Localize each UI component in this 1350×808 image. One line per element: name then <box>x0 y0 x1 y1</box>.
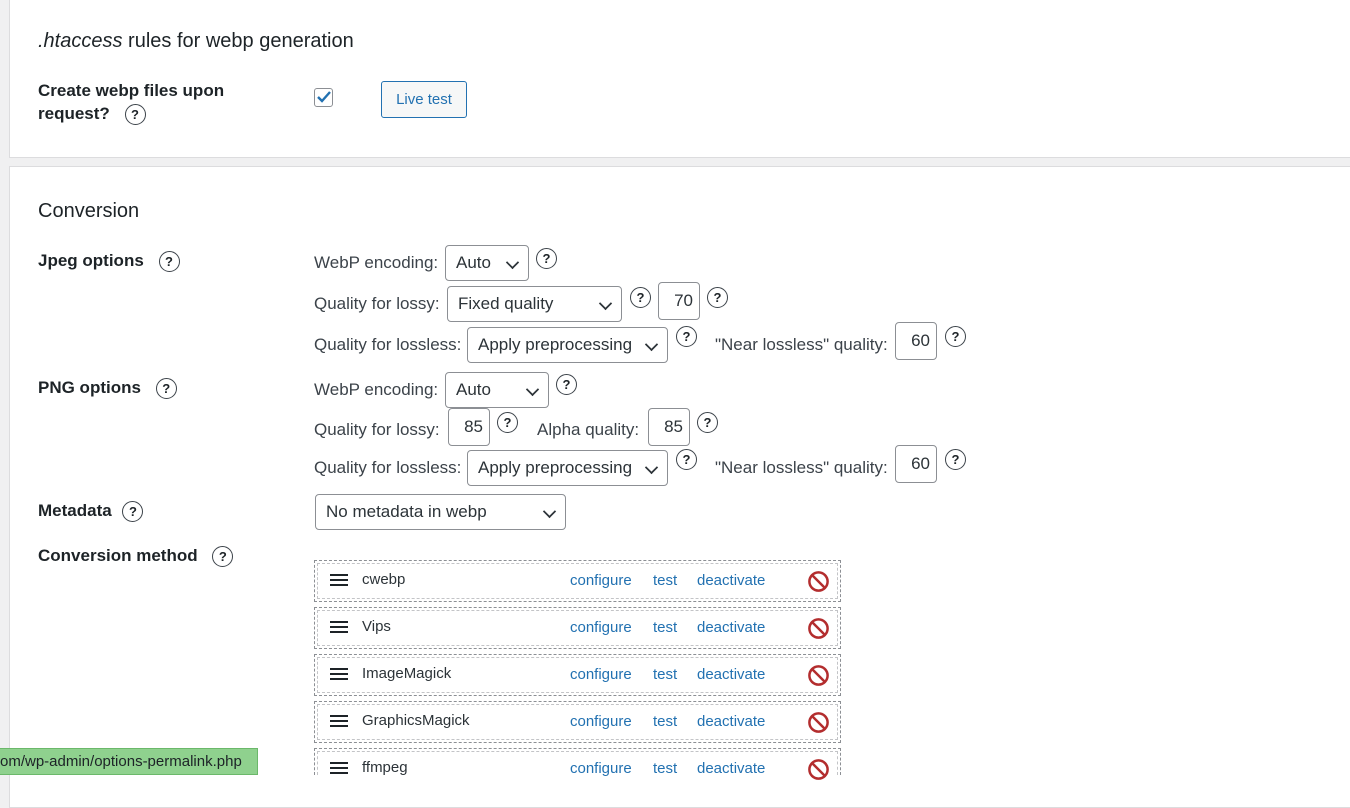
conversion-method-label: Conversion method ? <box>38 544 234 567</box>
help-icon[interactable]: ? <box>556 374 577 395</box>
converter-name: ImageMagick <box>362 665 452 682</box>
test-link[interactable]: test <box>653 713 677 730</box>
png-alpha-input[interactable]: 85 <box>648 408 690 446</box>
jpeg-encoding-select[interactable]: Auto <box>445 245 529 281</box>
jpeg-near-lossless-label: "Near lossless" quality: <box>715 335 888 354</box>
test-link[interactable]: test <box>653 666 677 683</box>
no-entry-icon <box>808 665 829 686</box>
test-link[interactable]: test <box>653 760 677 777</box>
help-icon[interactable]: ? <box>676 449 697 470</box>
drag-handle-icon[interactable] <box>330 715 348 727</box>
deactivate-link[interactable]: deactivate <box>697 572 765 589</box>
converter-row[interactable]: ImageMagick configure test deactivate <box>314 654 841 696</box>
status-bar-url: om/wp-admin/options-permalink.php <box>0 748 258 775</box>
deactivate-link[interactable]: deactivate <box>697 713 765 730</box>
drag-handle-icon[interactable] <box>330 621 348 633</box>
metadata-label: Metadata ? <box>38 499 144 522</box>
htaccess-section-title: .htaccess rules for webp generation <box>38 30 354 52</box>
jpeg-lossless-label: Quality for lossless: <box>314 335 462 354</box>
no-entry-icon <box>808 712 829 733</box>
png-lossless-select[interactable]: Apply preprocessing <box>467 450 668 486</box>
help-icon[interactable]: ? <box>124 104 146 125</box>
converter-name: ffmpeg <box>362 759 408 776</box>
jpeg-encoding-label: WebP encoding: <box>314 253 439 272</box>
configure-link[interactable]: configure <box>570 572 632 589</box>
configure-link[interactable]: configure <box>570 666 632 683</box>
png-lossy-input[interactable]: 85 <box>448 408 490 446</box>
drag-handle-icon[interactable] <box>330 762 348 774</box>
help-icon[interactable]: ? <box>497 412 518 433</box>
jpeg-options-label: Jpeg options ? <box>38 249 180 272</box>
chevron-down-icon <box>542 504 557 519</box>
deactivate-link[interactable]: deactivate <box>697 760 765 777</box>
deactivate-link[interactable]: deactivate <box>697 666 765 683</box>
png-near-lossless-input[interactable]: 60 <box>895 445 937 483</box>
converter-row[interactable]: Vips configure test deactivate <box>314 607 841 649</box>
metadata-select[interactable]: No metadata in webp <box>315 494 566 530</box>
help-icon[interactable]: ? <box>155 378 177 399</box>
jpeg-quality-input[interactable]: 70 <box>658 282 700 320</box>
png-alpha-label: Alpha quality: <box>537 420 640 439</box>
checkmark-icon <box>317 91 331 103</box>
help-icon[interactable]: ? <box>945 326 966 347</box>
png-encoding-select[interactable]: Auto <box>445 372 549 408</box>
jpeg-near-lossless-input[interactable]: 60 <box>895 322 937 360</box>
no-entry-icon <box>808 759 829 780</box>
drag-handle-icon[interactable] <box>330 668 348 680</box>
chevron-down-icon <box>644 337 659 352</box>
no-entry-icon <box>808 571 829 592</box>
configure-link[interactable]: configure <box>570 760 632 777</box>
create-webp-label: Create webp files upon request? ? <box>38 81 225 125</box>
jpeg-lossy-select[interactable]: Fixed quality <box>447 286 622 322</box>
converter-row[interactable]: GraphicsMagick configure test deactivate <box>314 701 841 743</box>
help-icon[interactable]: ? <box>707 287 728 308</box>
png-lossless-label: Quality for lossless: <box>314 458 462 477</box>
test-link[interactable]: test <box>653 619 677 636</box>
help-icon[interactable]: ? <box>122 501 144 522</box>
no-entry-icon <box>808 618 829 639</box>
configure-link[interactable]: configure <box>570 619 632 636</box>
png-near-lossless-label: "Near lossless" quality: <box>715 458 888 477</box>
jpeg-lossy-label: Quality for lossy: <box>314 294 440 313</box>
converter-name: Vips <box>362 618 391 635</box>
converter-row[interactable]: cwebp configure test deactivate <box>314 560 841 602</box>
test-link[interactable]: test <box>653 572 677 589</box>
chevron-down-icon <box>644 460 659 475</box>
help-icon[interactable]: ? <box>158 251 180 272</box>
deactivate-link[interactable]: deactivate <box>697 619 765 636</box>
help-icon[interactable]: ? <box>676 326 697 347</box>
chevron-down-icon <box>505 255 520 270</box>
jpeg-lossless-select[interactable]: Apply preprocessing <box>467 327 668 363</box>
create-webp-checkbox[interactable] <box>314 88 333 107</box>
configure-link[interactable]: configure <box>570 713 632 730</box>
help-icon[interactable]: ? <box>697 412 718 433</box>
drag-handle-icon[interactable] <box>330 574 348 586</box>
png-encoding-label: WebP encoding: <box>314 380 439 399</box>
conversion-section-title: Conversion <box>38 200 140 222</box>
chevron-down-icon <box>598 296 613 311</box>
png-options-label: PNG options ? <box>38 376 177 399</box>
help-icon[interactable]: ? <box>536 248 557 269</box>
help-icon[interactable]: ? <box>212 546 234 567</box>
live-test-button[interactable]: Live test <box>381 81 467 118</box>
help-icon[interactable]: ? <box>630 287 651 308</box>
chevron-down-icon <box>525 382 540 397</box>
converter-name: cwebp <box>362 571 406 588</box>
png-lossy-label: Quality for lossy: <box>314 420 440 439</box>
converter-row[interactable]: ffmpeg configure test deactivate <box>314 748 841 780</box>
converter-name: GraphicsMagick <box>362 712 470 729</box>
help-icon[interactable]: ? <box>945 449 966 470</box>
